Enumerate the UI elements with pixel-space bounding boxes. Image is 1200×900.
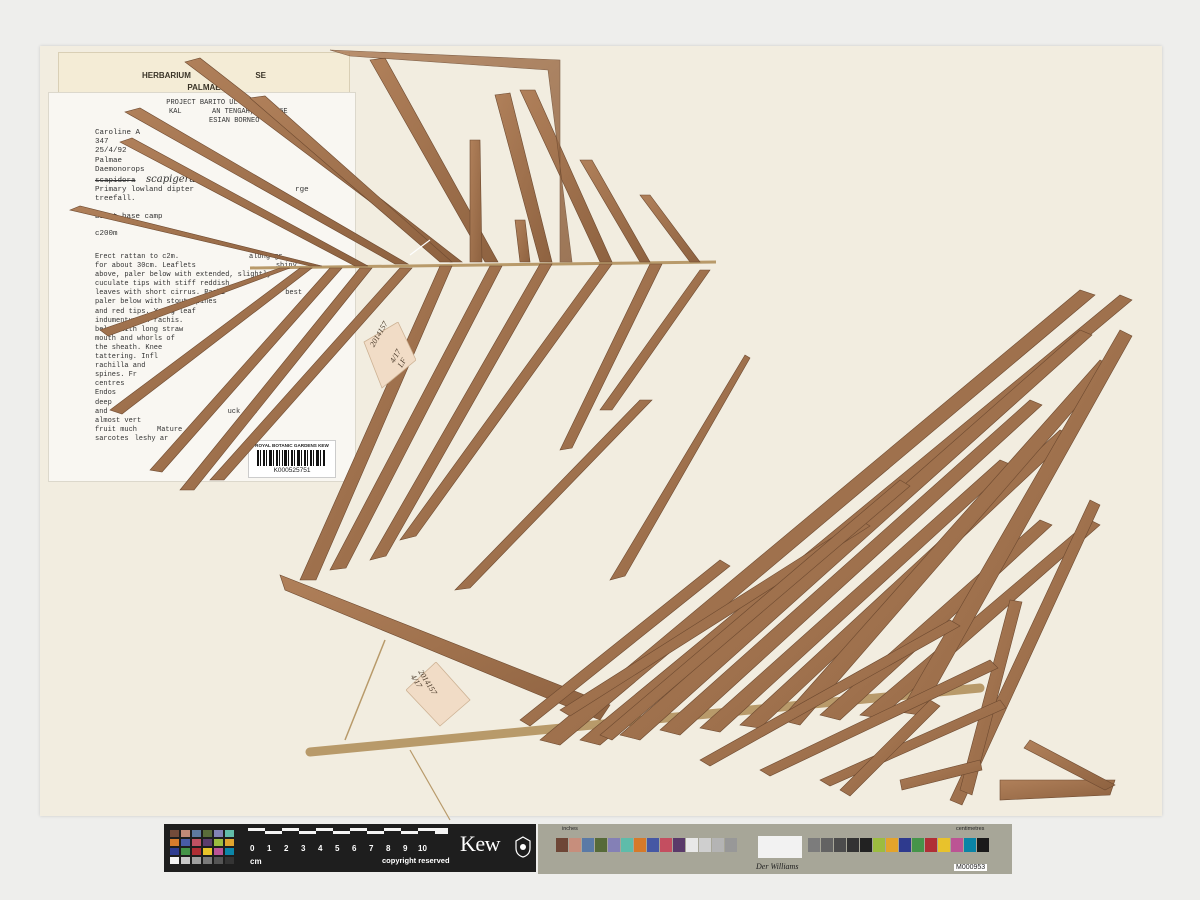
ruler-tick: 5 (335, 844, 340, 853)
color-patches-icon (556, 836, 989, 858)
ruler-tick: 10 (418, 844, 427, 853)
ruler-tick: 2 (284, 844, 289, 853)
card-brand: Der Williams (756, 862, 799, 871)
scale-bar: 0 1 2 3 4 5 6 7 8 9 10 cm copyright rese… (164, 824, 536, 872)
card-unit-right: centimetres (956, 826, 985, 832)
upper-leaflets (69, 49, 751, 591)
lower-specimen-tag: 2014157 4/17 (406, 662, 471, 727)
crest-icon (515, 836, 531, 858)
palm-leaf-specimen (69, 49, 1133, 821)
color-checker-icon (164, 824, 244, 872)
ruler-tick: 3 (301, 844, 306, 853)
ruler-icon (248, 828, 448, 834)
ruler-tick: 7 (369, 844, 374, 853)
card-unit-left: inches (562, 826, 578, 832)
card-catalog: M000953 (954, 864, 988, 871)
ruler-tick: 8 (386, 844, 391, 853)
fibre (344, 639, 386, 741)
ruler-unit: cm (250, 857, 262, 866)
ruler-tick: 6 (352, 844, 357, 853)
fibre (409, 749, 451, 821)
ruler-tick: 0 (250, 844, 255, 853)
upper-specimen-tag: 2014157 4/17 LF (358, 320, 416, 389)
ruler-tick: 4 (318, 844, 323, 853)
color-card: inches centimetres Der Williams M000953 (538, 824, 1012, 874)
kew-logo: Kew (460, 831, 501, 856)
upper-rachis (249, 260, 717, 270)
ruler-tick: 9 (403, 844, 408, 853)
copyright-text: copyright reserved (382, 856, 450, 865)
ruler-tick: 1 (267, 844, 272, 853)
